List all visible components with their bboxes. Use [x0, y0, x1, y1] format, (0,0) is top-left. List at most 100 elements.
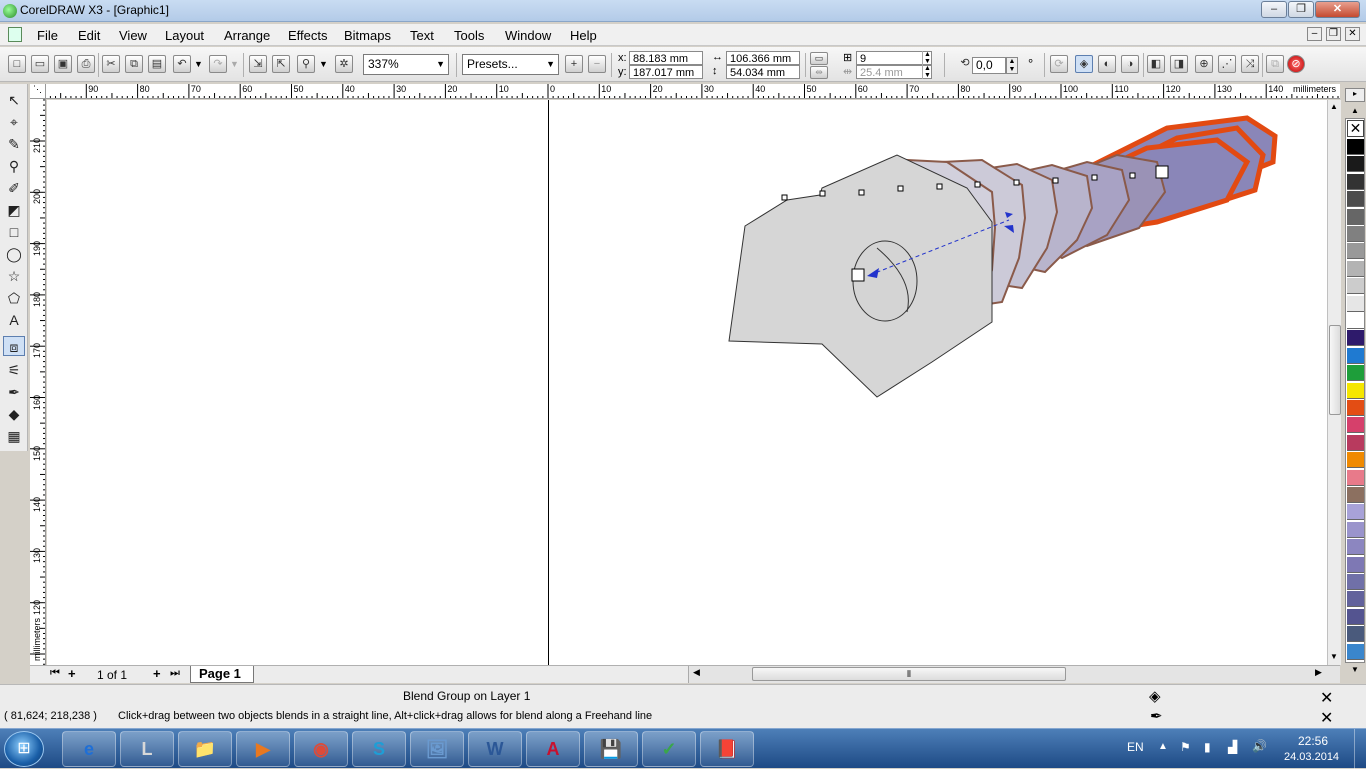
ellipse-tool-icon[interactable]: ◯	[3, 244, 25, 264]
color-swatch[interactable]	[1347, 487, 1364, 503]
power-icon[interactable]: ▮	[1204, 740, 1211, 754]
print-icon[interactable]: ⎙	[77, 55, 95, 73]
volume-icon[interactable]: 🔊	[1252, 739, 1267, 753]
palette-scroll-down-icon[interactable]: ▼	[1345, 665, 1365, 677]
fill-bucket-icon[interactable]: ◈	[1149, 687, 1161, 705]
reader-icon[interactable]: 📕	[700, 731, 754, 767]
x-position-input[interactable]: 88.183 mm	[629, 51, 703, 65]
crop-tool-icon[interactable]: ✎	[3, 134, 25, 154]
save-icon[interactable]: ▣	[54, 55, 72, 73]
clock-time[interactable]: 22:56	[1298, 734, 1328, 748]
color-swatch[interactable]	[1347, 434, 1364, 451]
first-page-icon[interactable]: ⏮	[50, 667, 60, 680]
blend-start-handle[interactable]	[851, 268, 865, 282]
menu-help[interactable]: Help	[570, 28, 597, 43]
more-blend-options-icon[interactable]: ⤨	[1241, 55, 1259, 73]
color-swatch[interactable]	[1347, 382, 1364, 399]
export-icon[interactable]: ⇱	[272, 55, 290, 73]
color-swatch[interactable]	[1347, 504, 1364, 521]
color-swatch[interactable]	[1347, 347, 1364, 364]
new-icon[interactable]: □	[8, 55, 26, 73]
interactive-fill-tool-icon[interactable]: ▦	[3, 426, 25, 446]
delete-preset-icon[interactable]: −	[588, 55, 606, 73]
color-swatch[interactable]	[1347, 417, 1364, 434]
add-page-before-icon[interactable]: +	[68, 666, 76, 681]
color-swatch[interactable]	[1347, 608, 1364, 625]
color-swatch[interactable]	[1347, 452, 1364, 469]
paste-icon[interactable]: ▤	[148, 55, 166, 73]
color-swatch[interactable]	[1347, 539, 1364, 556]
color-swatch[interactable]	[1347, 574, 1364, 590]
blend-spacing-input[interactable]: 25.4 mm	[856, 65, 932, 79]
clear-blend-icon[interactable]: ⊘	[1287, 55, 1305, 73]
welcome-screen-icon[interactable]: ✲	[335, 55, 353, 73]
redo-dropdown-icon[interactable]: ▼	[230, 59, 239, 69]
redo-icon[interactable]: ↷	[209, 55, 227, 73]
save-app-icon[interactable]: 💾	[584, 731, 638, 767]
doc-minimize-button[interactable]: –	[1307, 27, 1322, 41]
doc-restore-button[interactable]: ❐	[1326, 27, 1341, 41]
import-icon[interactable]: ⇲	[249, 55, 267, 73]
y-position-input[interactable]: 187.017 mm	[629, 65, 703, 79]
palette-flyout-icon[interactable]: ▸	[1345, 88, 1365, 102]
cut-icon[interactable]: ✂	[102, 55, 120, 73]
menu-effects[interactable]: Effects	[288, 28, 328, 43]
undo-icon[interactable]: ↶	[173, 55, 191, 73]
color-swatch[interactable]	[1347, 556, 1364, 573]
zoom-level-select[interactable]: 337% ▼	[363, 54, 449, 75]
blend-acceleration-icon[interactable]: ◨	[1170, 55, 1188, 73]
application-launcher-icon[interactable]: ⚲	[297, 55, 315, 73]
vertical-scrollbar[interactable]: ▲ ▼	[1327, 100, 1341, 665]
color-swatch[interactable]	[1347, 139, 1364, 155]
outline-tool-icon[interactable]: ✒	[3, 382, 25, 402]
scroll-up-icon[interactable]: ▲	[1330, 102, 1338, 111]
menu-edit[interactable]: Edit	[78, 28, 100, 43]
color-swatch[interactable]	[1347, 243, 1364, 260]
menu-layout[interactable]: Layout	[165, 28, 204, 43]
blend-spacing-mode-icon[interactable]: ⇹	[810, 66, 828, 79]
text-tool-icon[interactable]: A	[3, 310, 25, 330]
menu-file[interactable]: File	[37, 28, 58, 43]
vertical-scroll-thumb[interactable]	[1329, 325, 1341, 415]
lingvo-icon[interactable]: L	[120, 731, 174, 767]
scroll-left-icon[interactable]: ◀	[693, 667, 700, 678]
copy-blend-properties-icon[interactable]: ⧉	[1266, 55, 1284, 73]
zoom-tool-icon[interactable]: ⚲	[3, 156, 25, 176]
color-swatch[interactable]	[1347, 208, 1364, 225]
blend-steps-mode-icon[interactable]: ▭	[810, 52, 828, 65]
color-swatch[interactable]	[1347, 156, 1364, 173]
basic-shapes-tool-icon[interactable]: ⬠	[3, 288, 25, 308]
doc-close-button[interactable]: ✕	[1345, 27, 1360, 41]
rectangle-tool-icon[interactable]: □	[3, 222, 25, 242]
network-icon[interactable]: ▟	[1228, 740, 1237, 754]
clockwise-blend-icon[interactable]: ◐	[1098, 55, 1116, 73]
horizontal-scroll-thumb[interactable]: ⦀	[752, 667, 1066, 681]
action-center-icon[interactable]: ⚑	[1180, 740, 1191, 754]
page-tab[interactable]: Page 1	[190, 666, 254, 683]
horizontal-scrollbar[interactable]: ◀ ⦀ ▶	[688, 666, 1340, 683]
color-swatch[interactable]	[1347, 626, 1364, 643]
add-page-after-icon[interactable]: +	[153, 666, 161, 681]
undo-dropdown-icon[interactable]: ▼	[194, 59, 203, 69]
vertical-ruler[interactable]: 210 200 190 180 170 160 150 140 130 120 millimete…	[30, 99, 46, 665]
color-swatch[interactable]	[1347, 365, 1364, 382]
blend-group[interactable]	[47, 100, 1327, 665]
color-swatch[interactable]	[1347, 330, 1364, 347]
smart-fill-tool-icon[interactable]: ◩	[3, 200, 25, 220]
color-swatch[interactable]	[1347, 643, 1364, 660]
freehand-tool-icon[interactable]: ✐	[3, 178, 25, 198]
chrome-icon[interactable]: ◉	[294, 731, 348, 767]
blend-direction-input[interactable]: 0,0	[972, 57, 1006, 74]
direct-blend-icon[interactable]: ◈	[1075, 55, 1093, 73]
ruler-origin[interactable]: ⋱	[30, 84, 46, 99]
no-fill-swatch[interactable]: ✕	[1347, 120, 1364, 137]
media-player-icon[interactable]: ▶	[236, 731, 290, 767]
fill-tool-icon[interactable]: ◆	[3, 404, 25, 424]
menu-tools[interactable]: Tools	[454, 28, 484, 43]
add-preset-icon[interactable]: +	[565, 55, 583, 73]
outline-pen-icon[interactable]: ✒	[1150, 707, 1163, 725]
show-desktop-button[interactable]	[1354, 729, 1366, 769]
color-swatch[interactable]	[1347, 226, 1364, 242]
steps-spinner[interactable]: ▲ ▼ ▲ ▼	[922, 51, 932, 79]
shape-tool-icon[interactable]: ⌖	[3, 112, 25, 132]
